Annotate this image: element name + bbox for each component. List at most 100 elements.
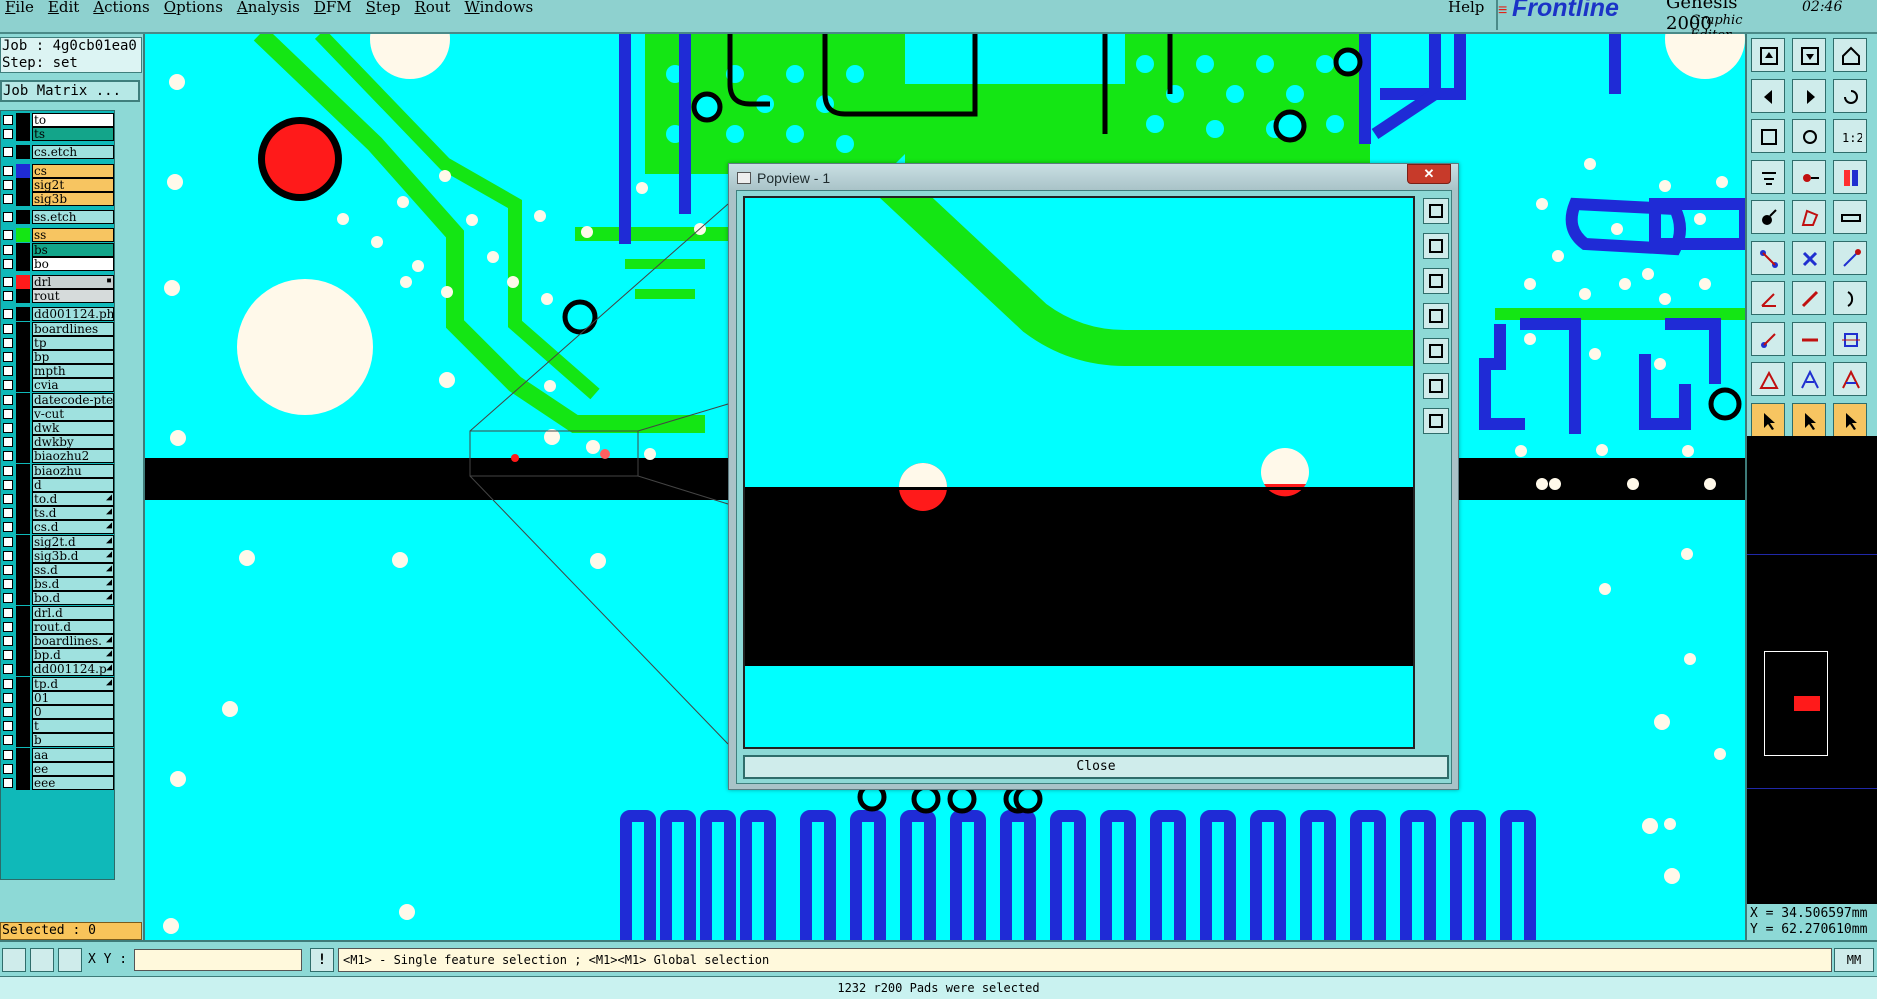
layer-color-swatch[interactable] bbox=[16, 256, 30, 271]
layer-color-swatch[interactable] bbox=[16, 719, 30, 734]
ruler-icon[interactable] bbox=[1833, 200, 1867, 234]
layer-color-swatch[interactable] bbox=[16, 619, 30, 634]
layer-name[interactable]: dwkby bbox=[32, 435, 114, 450]
layer-color-swatch[interactable] bbox=[16, 113, 30, 127]
layer-row-to-d[interactable]: to.d ◢ bbox=[1, 492, 115, 506]
layer-name[interactable]: 0 bbox=[32, 705, 114, 719]
cross-icon[interactable] bbox=[1792, 240, 1826, 275]
layer-name[interactable]: ss bbox=[32, 228, 114, 243]
layer-row-ss-d[interactable]: ss.d ◢ bbox=[1, 563, 115, 577]
layer-row-bs[interactable]: bs bbox=[1, 242, 115, 257]
layer-color-swatch[interactable] bbox=[16, 321, 30, 336]
layer-color-swatch[interactable] bbox=[16, 477, 30, 492]
measure-icon[interactable] bbox=[2, 948, 26, 972]
layer-name[interactable]: dd001124.p bbox=[32, 662, 114, 677]
layer-row-datecode-pte[interactable]: datecode-pte bbox=[1, 392, 115, 407]
job-matrix-button[interactable]: Job Matrix ... bbox=[0, 80, 140, 102]
layer-name[interactable]: d bbox=[32, 477, 114, 492]
layer-row-dwkby[interactable]: dwkby bbox=[1, 435, 115, 450]
layer-color-swatch[interactable] bbox=[16, 228, 30, 243]
probe-icon[interactable] bbox=[1792, 159, 1826, 194]
triangle-icon[interactable] bbox=[1751, 362, 1785, 396]
layer-checkbox[interactable] bbox=[3, 230, 13, 241]
layer-color-swatch[interactable] bbox=[16, 662, 30, 677]
house-icon[interactable] bbox=[1833, 38, 1867, 72]
line-pad-icon[interactable] bbox=[1833, 240, 1867, 275]
layer-checkbox[interactable] bbox=[3, 621, 13, 632]
a-icon[interactable] bbox=[1792, 362, 1826, 396]
layer-row-ts[interactable]: ts bbox=[1, 127, 115, 142]
layer-name[interactable]: boardlines bbox=[32, 321, 114, 336]
layer-name[interactable]: ss.d bbox=[32, 563, 114, 577]
layer-row-tp[interactable]: tp bbox=[1, 335, 115, 350]
layer-color-swatch[interactable] bbox=[16, 591, 30, 606]
layer-name[interactable]: rout.d bbox=[32, 619, 114, 634]
layer-name[interactable]: dd001124.pho bbox=[32, 307, 114, 322]
popview-pan-right-icon[interactable] bbox=[1423, 338, 1449, 364]
menu-rout[interactable]: Rout bbox=[409, 0, 459, 16]
layer-checkbox[interactable] bbox=[3, 678, 13, 689]
layer-color-swatch[interactable] bbox=[16, 406, 30, 421]
layer-checkbox[interactable] bbox=[3, 465, 13, 476]
undo-icon[interactable] bbox=[1833, 78, 1867, 113]
layer-color-swatch[interactable] bbox=[16, 520, 30, 535]
layer-name[interactable]: cs.d bbox=[32, 520, 114, 535]
layer-row-ss[interactable]: ss bbox=[1, 228, 115, 243]
snap-bottom-icon[interactable] bbox=[1792, 38, 1826, 72]
layer-name[interactable]: rout bbox=[32, 289, 114, 304]
layer-color-swatch[interactable] bbox=[16, 435, 30, 450]
layer-checkbox[interactable] bbox=[3, 258, 13, 269]
pointer-icon[interactable] bbox=[1792, 402, 1826, 437]
popview-zoom-in-icon[interactable] bbox=[1423, 233, 1449, 259]
layer-name[interactable]: t bbox=[32, 719, 114, 734]
layer-color-swatch[interactable] bbox=[16, 307, 30, 322]
net-icon[interactable] bbox=[1751, 240, 1785, 275]
layer-row-biaozhu[interactable]: biaozhu bbox=[1, 463, 115, 478]
menu-edit[interactable]: Edit bbox=[43, 0, 88, 16]
popview-fit-icon[interactable] bbox=[1423, 373, 1449, 399]
layer-row-sig3b-d[interactable]: sig3b.d ◢ bbox=[1, 548, 115, 563]
layer-checkbox[interactable] bbox=[3, 550, 13, 561]
layer-color-swatch[interactable] bbox=[16, 145, 30, 160]
layer-name[interactable]: tp.d bbox=[32, 676, 114, 691]
layer-checkbox[interactable] bbox=[3, 593, 13, 604]
move-left-icon[interactable] bbox=[1751, 78, 1785, 113]
layer-checkbox[interactable] bbox=[3, 147, 13, 158]
layer-checkbox[interactable] bbox=[3, 115, 13, 125]
layer-name[interactable]: sig3b.d bbox=[32, 548, 114, 563]
layer-row-rout-d[interactable]: rout.d bbox=[1, 619, 115, 634]
layer-color-swatch[interactable] bbox=[16, 210, 30, 225]
layer-name[interactable]: tp bbox=[32, 335, 114, 350]
snap-icon[interactable] bbox=[30, 948, 54, 972]
layer-row-boardlines[interactable]: boardlines bbox=[1, 321, 115, 336]
layer-name[interactable]: v-cut bbox=[32, 406, 114, 421]
layer-row-boardlines-[interactable]: boardlines. ◢ bbox=[1, 634, 115, 648]
overview-map[interactable] bbox=[1745, 436, 1877, 904]
layer-row-biaozhu2[interactable]: biaozhu2 bbox=[1, 449, 115, 464]
layer-name[interactable]: bo bbox=[32, 256, 114, 271]
layer-checkbox[interactable] bbox=[3, 692, 13, 703]
layer-name[interactable]: boardlines. bbox=[32, 634, 114, 648]
layer-name[interactable]: ts bbox=[32, 127, 114, 142]
layer-name[interactable]: b bbox=[32, 733, 114, 748]
layer-row-mpth[interactable]: mpth bbox=[1, 364, 115, 379]
layer-checkbox[interactable] bbox=[3, 352, 13, 362]
layer-row-bo[interactable]: bo bbox=[1, 256, 115, 271]
layer-row-bo-d[interactable]: bo.d ◢ bbox=[1, 591, 115, 606]
layer-checkbox[interactable] bbox=[3, 607, 13, 618]
select-arrow-icon[interactable] bbox=[1751, 402, 1785, 437]
layer-checkbox[interactable] bbox=[3, 323, 13, 334]
polygon-icon[interactable] bbox=[1792, 200, 1826, 234]
layer-name[interactable]: cs bbox=[32, 163, 114, 178]
layer-row-sig2t[interactable]: sig2t bbox=[1, 177, 115, 192]
fingerprint-icon[interactable] bbox=[1751, 159, 1785, 194]
layer-checkbox[interactable] bbox=[3, 749, 13, 760]
popview-center-icon[interactable] bbox=[1423, 408, 1449, 434]
layer-color-swatch[interactable] bbox=[16, 690, 30, 705]
layer-checkbox[interactable] bbox=[3, 179, 13, 190]
layer-row-aa[interactable]: aa bbox=[1, 747, 115, 762]
layer-checkbox[interactable] bbox=[3, 212, 13, 223]
popview-titlebar[interactable]: Popview - 1 ✕ bbox=[729, 164, 1458, 190]
layer-checkbox[interactable] bbox=[3, 707, 13, 717]
layer-row-drl[interactable]: drl ▪ bbox=[1, 275, 115, 289]
